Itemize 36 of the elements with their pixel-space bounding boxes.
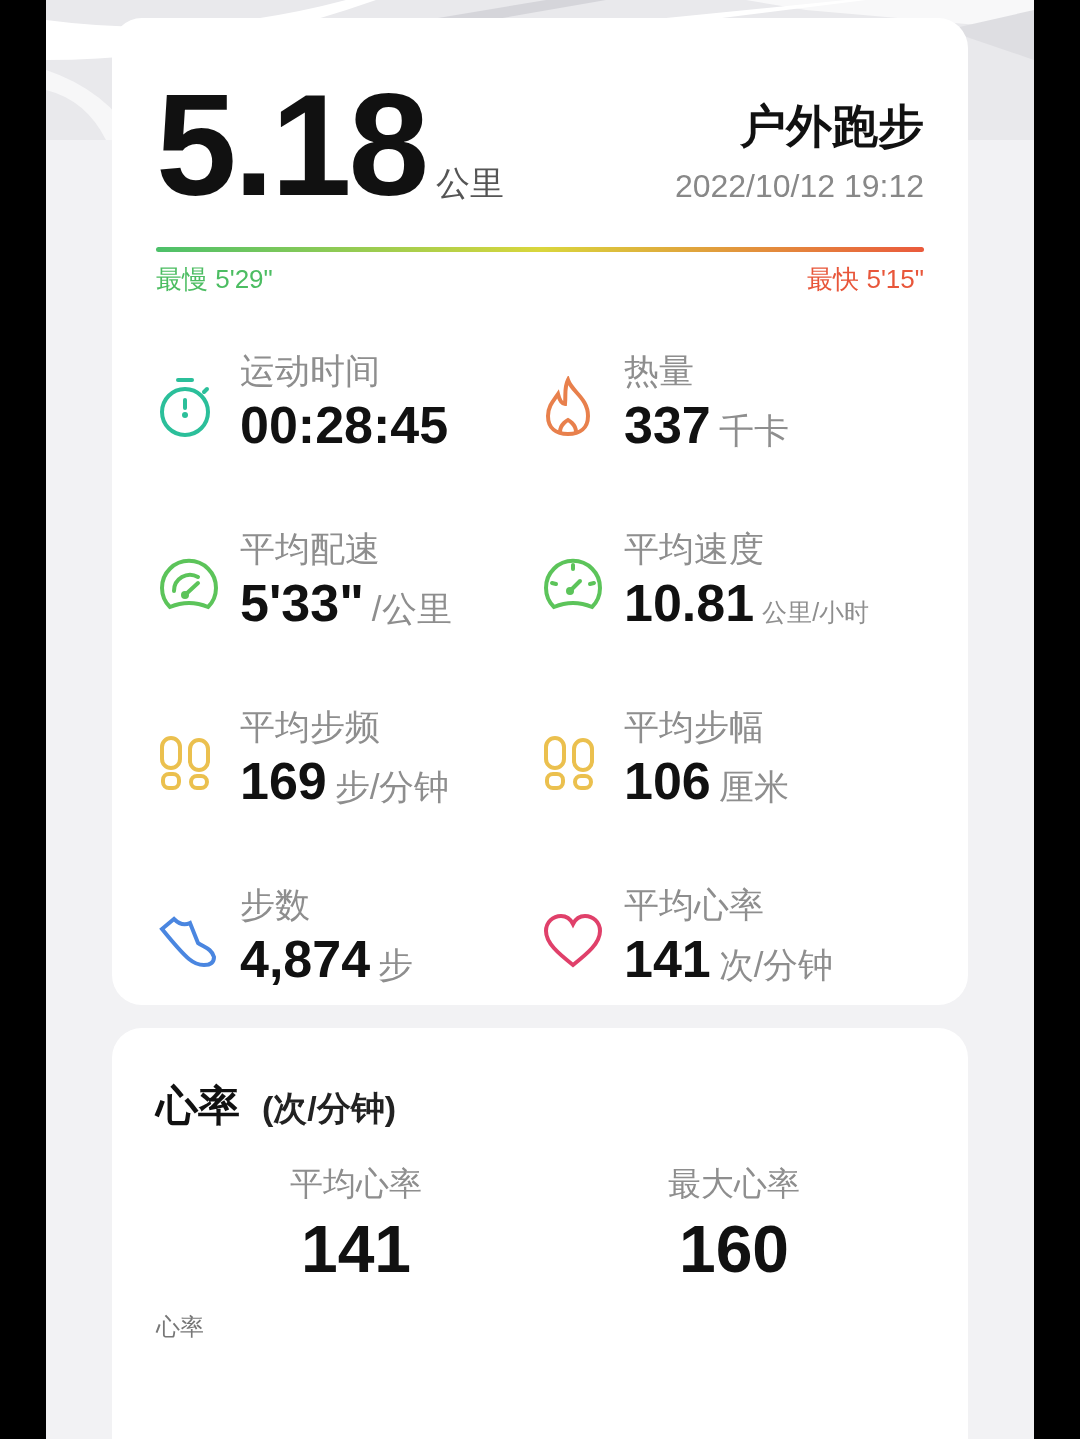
distance-value: 5.18 <box>156 90 427 200</box>
stat-label: 步数 <box>240 884 311 926</box>
stat-value: 00:28:45 <box>240 395 449 455</box>
stat-unit: 次/分钟 <box>718 944 834 986</box>
workout-datetime: 2022/10/12 19:12 <box>674 168 924 205</box>
slowest-pace: 最慢 5'29" <box>156 263 273 296</box>
section-unit: (次/分钟) <box>262 1088 397 1129</box>
chart-label: 心率 <box>156 1312 205 1342</box>
stat-label: 平均步幅 <box>624 706 765 748</box>
stat-unit: 公里/小时 <box>762 597 870 628</box>
sport-title: 户外跑步 <box>740 99 924 154</box>
stat-value: 5'33" <box>240 573 364 633</box>
stat-label: 平均速度 <box>624 528 765 570</box>
stat-unit: 千卡 <box>718 410 789 452</box>
stat-value: 4,874 <box>240 929 371 989</box>
stat-unit: /公里 <box>371 588 452 630</box>
stat-unit: 厘米 <box>718 766 789 808</box>
stat-unit: 步/分钟 <box>334 766 450 808</box>
stat-value: 106 <box>624 751 711 811</box>
distance-unit: 公里 <box>436 163 505 204</box>
stat-value: 10.81 <box>624 573 755 633</box>
stat-unit: 步 <box>378 944 414 986</box>
stat-label: 平均步频 <box>240 706 381 748</box>
stat-label: 热量 <box>624 350 695 392</box>
summary-value: 141 <box>300 1211 412 1287</box>
stat-value: 337 <box>624 395 711 455</box>
summary-value: 160 <box>678 1211 790 1287</box>
summary-label: 平均心率 <box>290 1164 422 1204</box>
fastest-pace: 最快 5'15" <box>807 263 924 296</box>
summary-label: 最大心率 <box>668 1164 800 1204</box>
section-title: 心率 <box>156 1081 240 1131</box>
stat-label: 平均心率 <box>624 884 765 926</box>
stat-value: 141 <box>624 929 711 989</box>
stat-label: 平均配速 <box>240 528 381 570</box>
stat-value: 169 <box>240 751 327 811</box>
stat-label: 运动时间 <box>240 350 381 392</box>
